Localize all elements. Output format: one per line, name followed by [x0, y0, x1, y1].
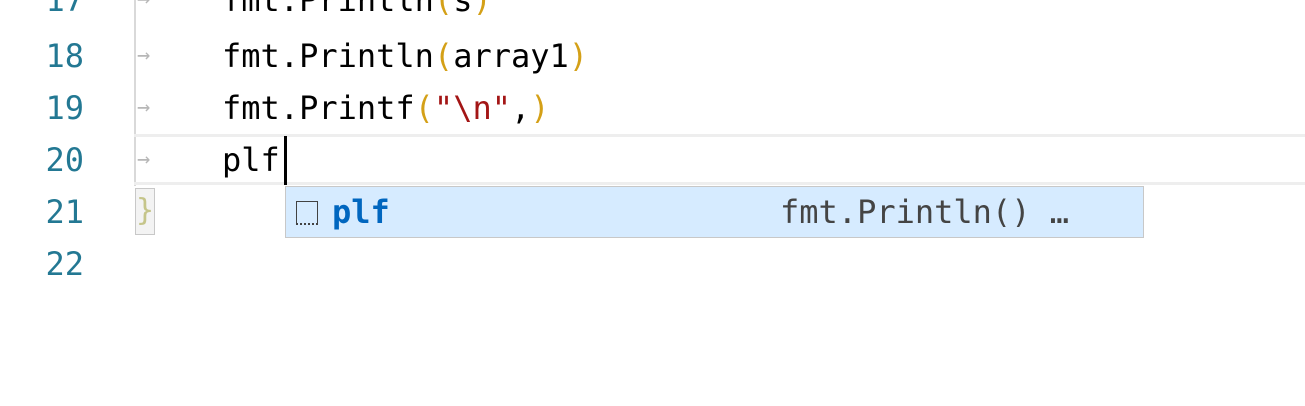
suggestion-item[interactable]: plf fmt.Println() … — [285, 186, 1144, 238]
code-text: fmt.Println(s) — [222, 0, 492, 19]
tab-arrow-icon: → — [137, 95, 151, 120]
line-number: 21 — [45, 193, 84, 231]
tab-arrow-icon: → — [137, 0, 159, 26]
line-number: 19 — [45, 89, 84, 127]
snippet-icon — [296, 201, 318, 225]
line-number: 22 — [45, 245, 84, 283]
code-line[interactable]: 22 — [0, 238, 1305, 290]
code-text: fmt.Println(array1) — [222, 37, 589, 75]
tab-arrow-icon: → — [137, 43, 151, 68]
code-line[interactable]: 19 → fmt.Printf("\n",) — [0, 82, 1305, 134]
text-cursor — [284, 136, 287, 185]
code-text: plf — [222, 141, 280, 179]
tab-arrow-icon: → — [137, 147, 151, 172]
code-line[interactable]: 20 → plf — [0, 134, 1305, 186]
line-number: 20 — [45, 141, 84, 179]
line-number: 17 — [45, 0, 84, 19]
code-text: fmt.Printf("\n",) — [222, 89, 550, 127]
code-editor[interactable]: 17→fmt.Println(s)18→fmt.Println(array1)1… — [0, 0, 1305, 406]
line-number: 18 — [45, 37, 84, 75]
suggestion-label: plf — [332, 193, 390, 231]
code-line[interactable]: 18 → fmt.Println(array1) — [0, 30, 1305, 82]
code-line[interactable]: 17 → fmt.Println(s) — [0, 0, 1305, 26]
suggestion-detail: fmt.Println() … — [780, 193, 1069, 231]
matching-brace: } — [135, 188, 155, 235]
